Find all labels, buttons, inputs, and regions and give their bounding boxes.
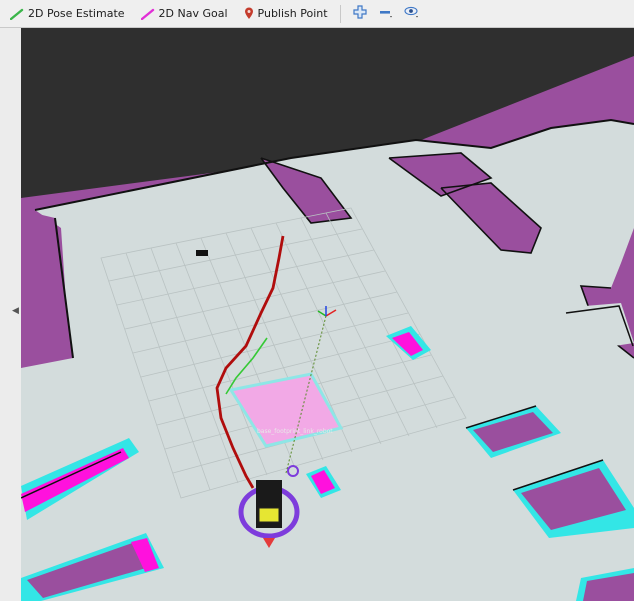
pose-estimate-label: 2D Pose Estimate [28,7,125,20]
nav-goal-label: 2D Nav Goal [158,7,228,20]
goal-arrow-icon [140,8,155,20]
minus-icon [378,4,394,23]
map-pin-icon [244,7,254,20]
robot-battery [258,507,280,523]
add-tool-button[interactable] [347,2,373,26]
nav-goal-tool[interactable]: 2D Nav Goal [137,2,234,26]
publish-point-tool[interactable]: Publish Point [240,2,334,26]
toolbar-separator [339,4,341,23]
pose-estimate-tool[interactable]: 2D Pose Estimate [6,2,131,26]
remove-tool-button[interactable] [373,2,399,26]
move-cross-icon [352,4,367,23]
pose-arrow-icon [10,8,24,20]
robot-frame-label: base_footprint_link_robot [257,428,333,435]
small-obstacle [196,250,208,256]
view-tool-button[interactable] [399,2,425,26]
collapse-panel-arrow[interactable]: ◀ [12,306,19,316]
map-scene[interactable] [21,28,634,601]
rviz-toolbar: 2D Pose Estimate 2D Nav Goal Publish Poi… [0,0,634,28]
eye-icon [403,4,421,23]
publish-point-label: Publish Point [257,7,328,20]
3d-view[interactable]: base_footprint_link_robot [21,28,634,601]
